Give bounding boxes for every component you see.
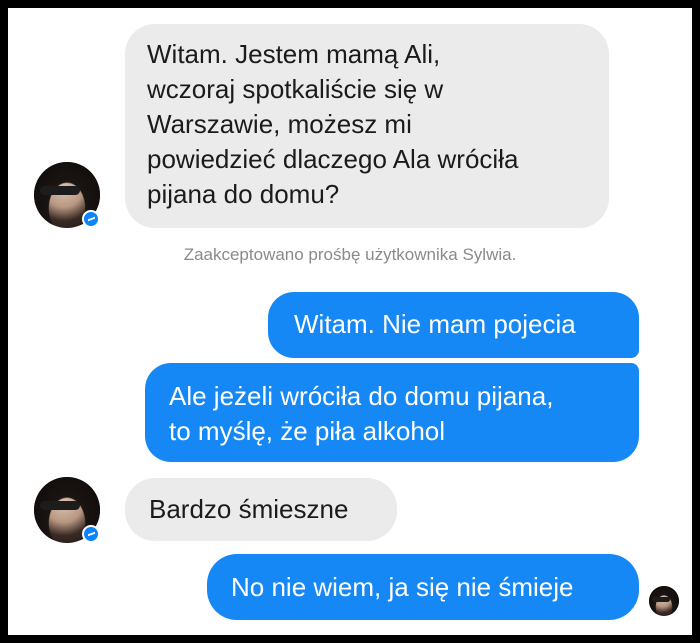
outgoing-message-bubble[interactable]: No nie wiem, ja się nie śmieje	[207, 554, 639, 620]
message-text: No nie wiem, ja się nie śmieje	[231, 572, 574, 602]
messenger-badge-icon	[82, 210, 100, 228]
messenger-badge-icon	[82, 525, 100, 543]
read-receipt-avatar	[649, 586, 679, 616]
message-text: Bardzo śmieszne	[149, 494, 349, 524]
incoming-message-bubble[interactable]: Bardzo śmieszne	[125, 478, 397, 541]
outgoing-message-bubble[interactable]: Witam. Nie mam pojecia	[268, 292, 639, 358]
message-line: pijana do domu?	[147, 179, 340, 209]
message-line: wczoraj spotkaliście się w	[147, 74, 444, 104]
contact-avatar[interactable]	[34, 162, 100, 228]
sunglasses-icon	[40, 186, 80, 195]
message-line: Witam. Jestem mamą Ali,	[147, 39, 441, 69]
message-line: Ale jeżeli wróciła do domu pijana,	[169, 381, 554, 411]
message-line: Warszawie, możesz mi	[147, 109, 412, 139]
sunglasses-icon	[40, 501, 80, 510]
message-line: to myślę, że piła alkohol	[169, 416, 446, 446]
message-line: powiedzieć dlaczego Ala wróciła	[147, 144, 519, 174]
sunglasses-icon	[652, 597, 670, 602]
incoming-message-bubble[interactable]: Witam. Jestem mamą Ali, wczoraj spotkali…	[125, 24, 609, 228]
outgoing-message-bubble[interactable]: Ale jeżeli wróciła do domu pijana, to my…	[145, 363, 639, 462]
contact-avatar[interactable]	[34, 477, 100, 543]
message-text: Witam. Nie mam pojecia	[294, 309, 576, 339]
system-notification: Zaakceptowano prośbę użytkownika Sylwia.	[183, 245, 517, 264]
